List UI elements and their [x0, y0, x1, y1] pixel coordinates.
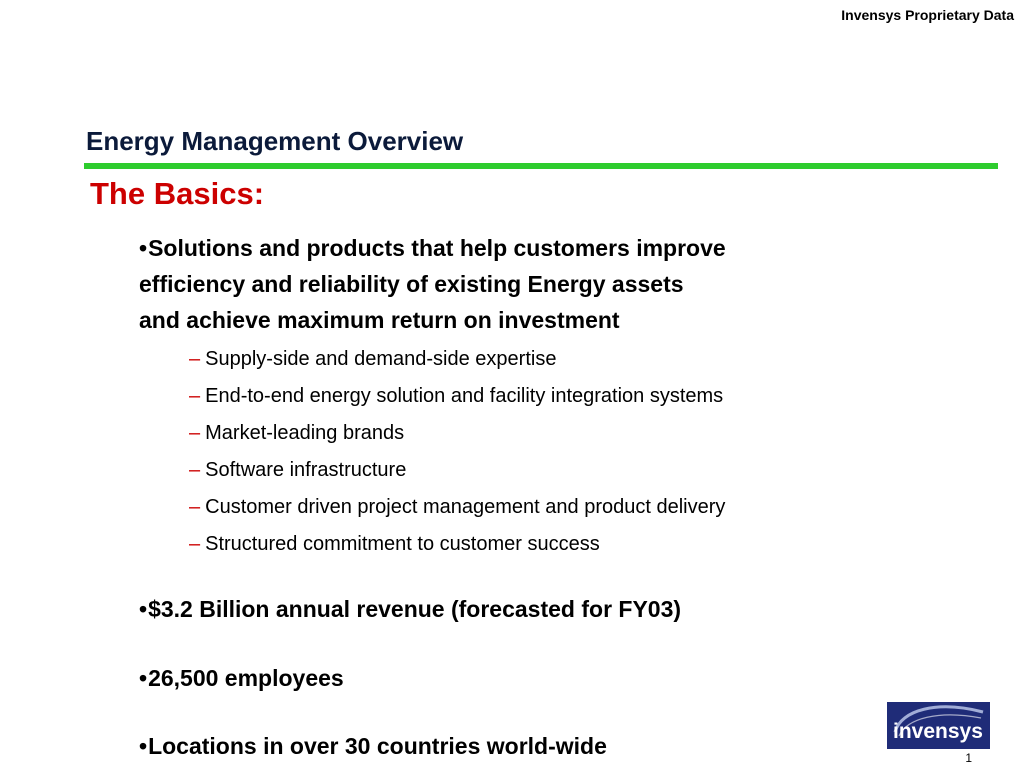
logo-wordmark: invensys: [893, 720, 983, 743]
bullet-employees: •26,500 employees: [139, 660, 899, 696]
bullet-text: $3.2 Billion annual revenue (forecasted …: [148, 596, 682, 622]
bullet-text: 26,500 employees: [148, 665, 344, 691]
sub-bullet-text: End-to-end energy solution and facility …: [205, 385, 724, 407]
bullet-locations: •Locations in over 30 countries world-wi…: [139, 728, 899, 764]
bullet-line: efficiency and reliability of existing E…: [139, 271, 684, 297]
title-divider: [84, 163, 998, 169]
sub-bullet-item: – End-to-end energy solution and facility…: [189, 378, 725, 415]
sub-bullet-item: – Customer driven project management and …: [189, 489, 725, 526]
dash-marker: –: [189, 459, 201, 481]
dash-marker: –: [189, 422, 201, 444]
dash-marker: –: [189, 496, 201, 518]
slide-title: Energy Management Overview: [86, 126, 464, 156]
sub-bullet-text: Structured commitment to customer succes…: [205, 533, 600, 555]
bullet-marker: •: [139, 235, 148, 261]
invensys-logo: invensys: [887, 702, 990, 749]
sub-bullet-list: – Supply-side and demand-side expertise –…: [189, 341, 725, 563]
dash-marker: –: [189, 385, 201, 407]
dash-marker: –: [189, 533, 201, 555]
sub-bullet-text: Software infrastructure: [205, 459, 407, 481]
bullet-text: Solutions and products that help custome…: [148, 235, 726, 261]
slide: { "header": { "proprietary": "Invensys P…: [0, 0, 1024, 768]
slide-subtitle: The Basics:: [90, 176, 265, 211]
bullet-solutions: •Solutions and products that help custom…: [139, 230, 899, 338]
sub-bullet-item: – Software infrastructure: [189, 452, 725, 489]
sub-bullet-text: Market-leading brands: [205, 422, 405, 444]
sub-bullet-item: – Supply-side and demand-side expertise: [189, 341, 725, 378]
bullet-marker: •: [139, 665, 148, 691]
bullet-marker: •: [139, 596, 148, 622]
sub-bullet-item: – Market-leading brands: [189, 415, 725, 452]
bullet-marker: •: [139, 733, 148, 759]
proprietary-label: Invensys Proprietary Data: [841, 7, 1014, 23]
bullet-line: and achieve maximum return on investment: [139, 307, 620, 333]
sub-bullet-text: Customer driven project management and p…: [205, 496, 726, 518]
dash-marker: –: [189, 348, 201, 370]
page-number: 1: [965, 751, 972, 765]
sub-bullet-text: Supply-side and demand-side expertise: [205, 348, 557, 370]
bullet-revenue: •$3.2 Billion annual revenue (forecasted…: [139, 591, 899, 627]
bullet-line: •Solutions and products that help custom…: [139, 230, 899, 266]
bullet-text: Locations in over 30 countries world-wid…: [148, 733, 607, 759]
sub-bullet-item: – Structured commitment to customer succe…: [189, 526, 725, 563]
